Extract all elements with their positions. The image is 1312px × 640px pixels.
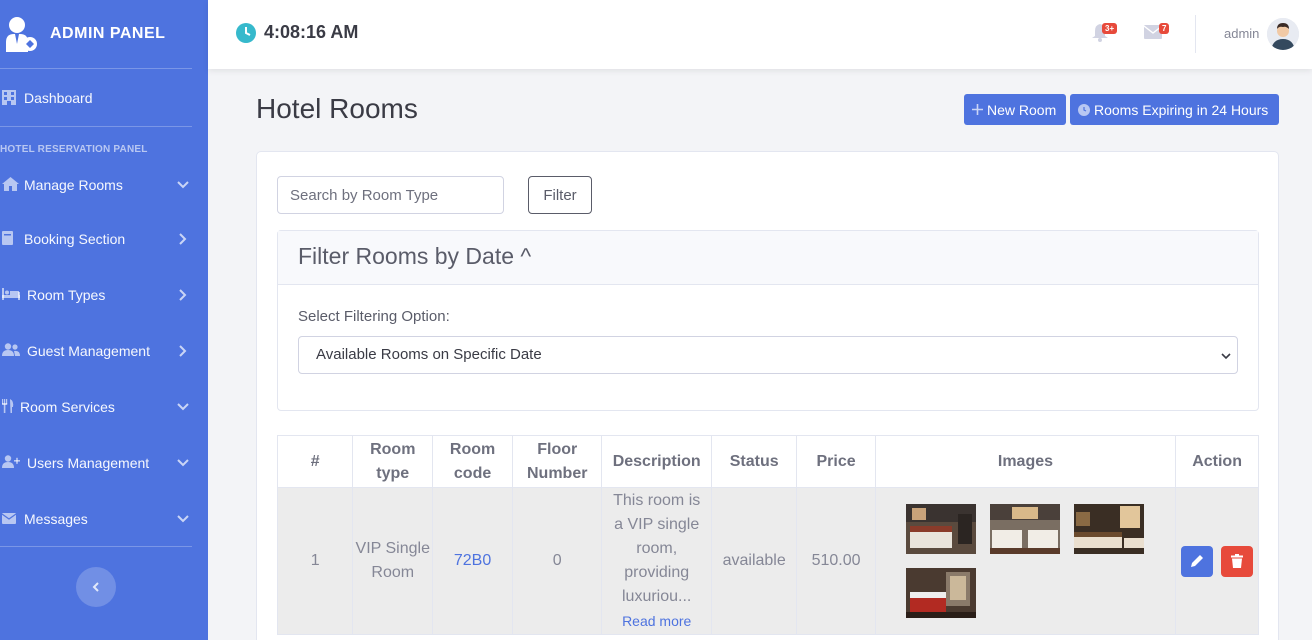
room-image[interactable]	[906, 568, 977, 618]
rooms-expiring-button[interactable]: Rooms Expiring in 24 Hours	[1070, 94, 1279, 125]
table-header: Description	[601, 435, 712, 488]
row-number: 1	[276, 487, 354, 635]
edit-button[interactable]	[1181, 545, 1214, 577]
filter-option-label: Select Filtering Option:	[298, 308, 450, 325]
chevron-left-icon	[92, 582, 99, 592]
delete-button[interactable]	[1221, 545, 1254, 577]
sidebar-item-label: Booking Section	[24, 231, 126, 247]
room-type-cell: VIP Single Room	[352, 487, 434, 635]
table-header: Room code	[432, 435, 513, 488]
images-cell	[874, 487, 1177, 635]
floor-cell: 0	[511, 487, 603, 635]
chevron-down-icon	[177, 181, 189, 189]
rooms-card: Filter Filter Rooms by Date ^ Select Fil…	[256, 151, 1279, 640]
chevron-right-icon	[179, 345, 187, 357]
room-image[interactable]	[906, 504, 977, 554]
sidebar-item-label: Manage Rooms	[24, 177, 123, 193]
avatar[interactable]	[1267, 18, 1299, 50]
clock-time: 4:08:16 AM	[264, 22, 359, 42]
rooms-expiring-label: Rooms Expiring in 24 Hours	[1094, 101, 1269, 118]
topbar: 4:08:16 AM 3+ 7 admin	[208, 0, 1312, 69]
rooms-table: # Room type Room code Floor Number Descr…	[276, 435, 1259, 635]
table-header: Room type	[352, 435, 434, 488]
alerts-badge: 3+	[1102, 23, 1118, 34]
search-input[interactable]	[277, 176, 504, 214]
room-code-link[interactable]: 72B0	[432, 487, 513, 635]
sidebar-item-label: Room Services	[20, 399, 115, 415]
plus-icon	[972, 104, 983, 115]
table-header: Images	[874, 435, 1177, 488]
chevron-down-icon	[177, 459, 189, 467]
hotel-icon	[2, 89, 18, 106]
status-cell: available	[710, 487, 798, 635]
user-tie-icon	[6, 16, 38, 52]
table-header: #	[276, 435, 354, 488]
sidebar-item-users-management[interactable]: Users Management	[0, 435, 208, 491]
pencil-icon	[1191, 555, 1204, 567]
table-row: 1 VIP Single Room 72B0 0 This room is a …	[276, 487, 1259, 635]
room-image[interactable]	[990, 504, 1061, 554]
description-cell: This room is a VIP single room, providin…	[601, 487, 712, 635]
sidebar-item-messages[interactable]: Messages	[0, 491, 208, 547]
sidebar-toggle-button[interactable]	[76, 567, 116, 607]
price-cell: 510.00	[796, 487, 876, 635]
clock-icon	[236, 22, 256, 43]
filter-button[interactable]: Filter	[528, 176, 592, 214]
sidebar-item-room-services[interactable]: Room Services	[0, 379, 208, 435]
filter-option-selected: Available Rooms on Specific Date	[316, 346, 542, 363]
chevron-down-icon	[1221, 353, 1231, 360]
filter-option-select[interactable]: Available Rooms on Specific Date	[298, 336, 1238, 374]
table-header: Price	[796, 435, 876, 488]
users-icon	[2, 343, 20, 359]
new-room-button[interactable]: New Room	[964, 94, 1066, 125]
envelope-icon	[1, 511, 17, 527]
sidebar-item-label: Users Management	[27, 455, 150, 471]
date-filter-card: Filter Rooms by Date ^ Select Filtering …	[277, 230, 1259, 411]
sidebar-heading: HOTEL RESERVATION PANEL	[0, 144, 148, 155]
alerts-button[interactable]: 3+	[1092, 23, 1118, 42]
sidebar-item-dashboard[interactable]: Dashboard	[0, 69, 208, 126]
user-plus-icon	[2, 455, 20, 471]
read-more-link[interactable]: Read more	[608, 609, 704, 633]
chevron-right-icon	[179, 289, 187, 301]
chevron-right-icon	[179, 233, 187, 245]
bed-icon	[2, 287, 20, 303]
user-name[interactable]: admin	[1224, 26, 1259, 41]
sidebar-item-label: Messages	[24, 511, 88, 527]
description-text: This room is a VIP single room, providin…	[613, 492, 701, 605]
page-title: Hotel Rooms	[256, 93, 418, 124]
utensils-icon	[2, 399, 14, 415]
brand-title: ADMIN PANEL	[50, 25, 166, 42]
sidebar-item-booking-section[interactable]: Booking Section	[0, 211, 208, 267]
table-header: Status	[710, 435, 798, 488]
table-header: Floor Number	[511, 435, 603, 488]
sidebar-item-room-types[interactable]: Room Types	[0, 267, 208, 323]
new-room-label: New Room	[987, 101, 1057, 118]
messages-badge: 7	[1159, 23, 1170, 34]
clock-icon	[1078, 103, 1090, 116]
table-header: Action	[1175, 435, 1259, 488]
clock: 4:08:16 AM	[236, 22, 358, 43]
messages-button[interactable]: 7	[1143, 23, 1170, 41]
book-icon	[2, 231, 18, 247]
action-cell	[1175, 487, 1259, 635]
room-image[interactable]	[1074, 504, 1145, 554]
trash-icon	[1231, 554, 1244, 568]
sidebar: ADMIN PANEL Dashboard HOTEL RESERVATION …	[0, 0, 208, 640]
sidebar-item-label: Guest Management	[27, 343, 150, 359]
topbar-divider	[1195, 15, 1196, 53]
chevron-down-icon	[177, 515, 189, 523]
home-icon	[2, 177, 19, 193]
chevron-down-icon	[177, 403, 189, 411]
sidebar-item-label: Room Types	[27, 287, 106, 303]
sidebar-item-manage-rooms[interactable]: Manage Rooms	[0, 159, 208, 211]
brand[interactable]: ADMIN PANEL	[0, 0, 208, 68]
sidebar-item-guest-management[interactable]: Guest Management	[0, 323, 208, 379]
sidebar-item-label: Dashboard	[24, 89, 93, 106]
date-filter-title[interactable]: Filter Rooms by Date ^	[278, 231, 1258, 285]
